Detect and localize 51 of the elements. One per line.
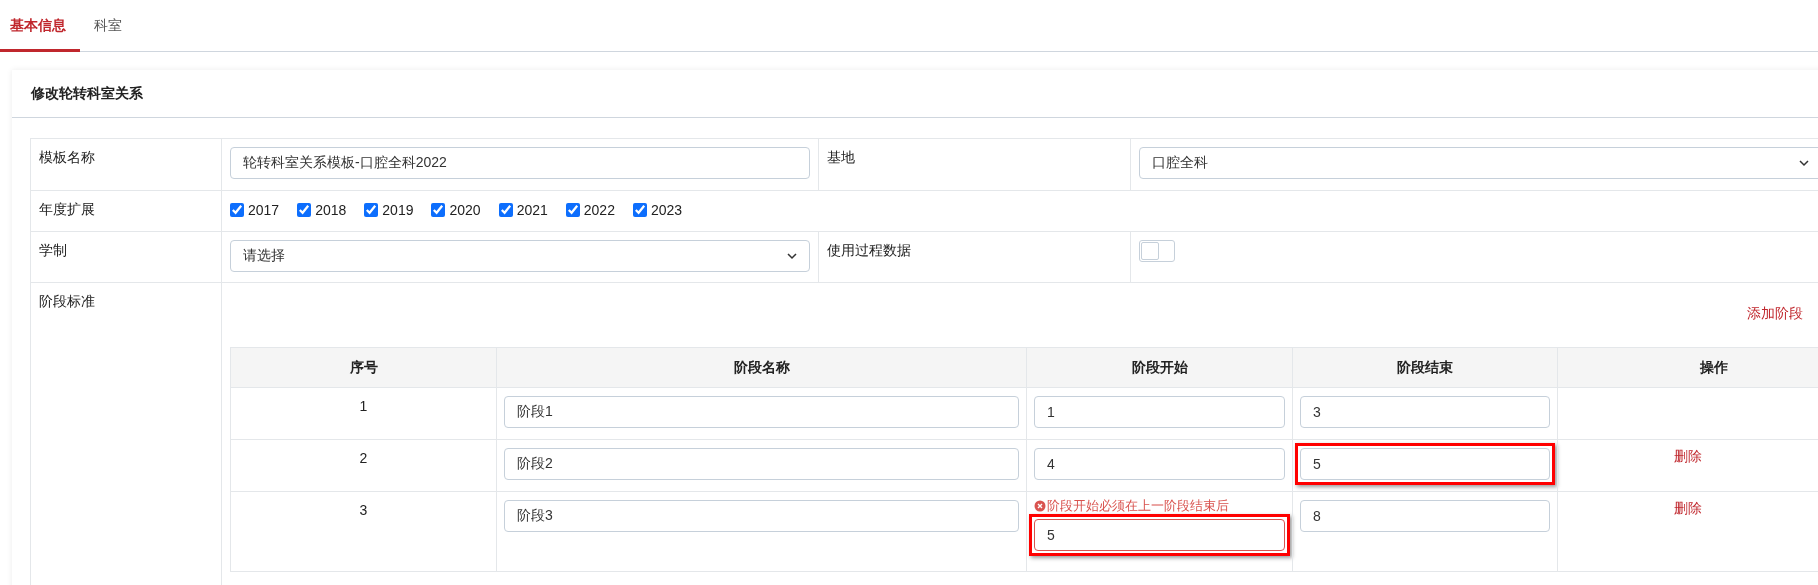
- number-field[interactable]: 1: [1034, 396, 1285, 428]
- field-label: 使用过程数据: [827, 241, 911, 260]
- column-header: 阶段开始: [1026, 347, 1293, 388]
- checkbox-label: 2018: [315, 202, 347, 218]
- year-checkbox[interactable]: [565, 203, 580, 217]
- column-header: 阶段名称: [496, 347, 1027, 388]
- field-label: 年度扩展: [39, 200, 95, 219]
- checkbox-label: 2019: [382, 202, 414, 218]
- tab[interactable]: 科室: [80, 0, 150, 52]
- system-select[interactable]: 请选择: [230, 240, 810, 272]
- error-icon: [1034, 500, 1046, 512]
- add-stage-link[interactable]: 添加阶段: [1747, 305, 1803, 339]
- base-select[interactable]: 口腔全科: [1139, 147, 1818, 179]
- error-message: 阶段开始必须在上一阶段结束后: [1047, 497, 1229, 515]
- number-field[interactable]: 4: [1034, 448, 1285, 480]
- column-header: 阶段结束: [1292, 347, 1558, 388]
- chevron-down-icon: [1799, 158, 1809, 168]
- field-label: 学制: [39, 241, 67, 260]
- column-header: 序号: [230, 347, 497, 388]
- number-field[interactable]: 5: [1300, 448, 1550, 480]
- column-header: 操作: [1557, 347, 1818, 388]
- number-field[interactable]: 5: [1034, 519, 1285, 551]
- field-label: 基地: [827, 148, 855, 167]
- year-checkbox[interactable]: [364, 203, 379, 217]
- year-checkbox[interactable]: [498, 203, 513, 217]
- checkbox-label: 2023: [650, 202, 683, 218]
- stage-name-field[interactable]: 阶段3: [504, 500, 1019, 532]
- stage-name-field[interactable]: 阶段1: [504, 396, 1019, 428]
- checkbox-label: 2017: [248, 202, 280, 218]
- checkbox-label: 2021: [516, 202, 548, 218]
- number-field[interactable]: 8: [1300, 500, 1550, 532]
- year-checkbox[interactable]: [297, 203, 312, 217]
- tab[interactable]: 基本信息: [0, 0, 80, 52]
- year-checkbox[interactable]: [632, 203, 647, 217]
- checkbox-label: 2022: [583, 202, 615, 218]
- delete-link[interactable]: 删除: [1673, 448, 1702, 464]
- number-field[interactable]: 3: [1300, 396, 1550, 428]
- row-number: 3: [359, 501, 368, 518]
- field-label: 模板名称: [39, 148, 95, 167]
- checkbox-label: 2020: [449, 202, 481, 218]
- field-label: 阶段标准: [39, 292, 95, 311]
- year-checkbox[interactable]: [230, 203, 244, 217]
- row-number: 2: [359, 449, 368, 466]
- row-number: 1: [359, 397, 368, 414]
- delete-link[interactable]: 删除: [1673, 500, 1702, 516]
- card-title: 修改轮转科室关系: [31, 84, 143, 103]
- stage-name-field[interactable]: 阶段2: [504, 448, 1019, 480]
- chevron-down-icon: [787, 251, 797, 261]
- toggle-switch[interactable]: [1139, 240, 1175, 262]
- year-checkbox[interactable]: [431, 203, 446, 217]
- template-name-field[interactable]: 轮转科室关系模板-口腔全科2022: [230, 147, 810, 179]
